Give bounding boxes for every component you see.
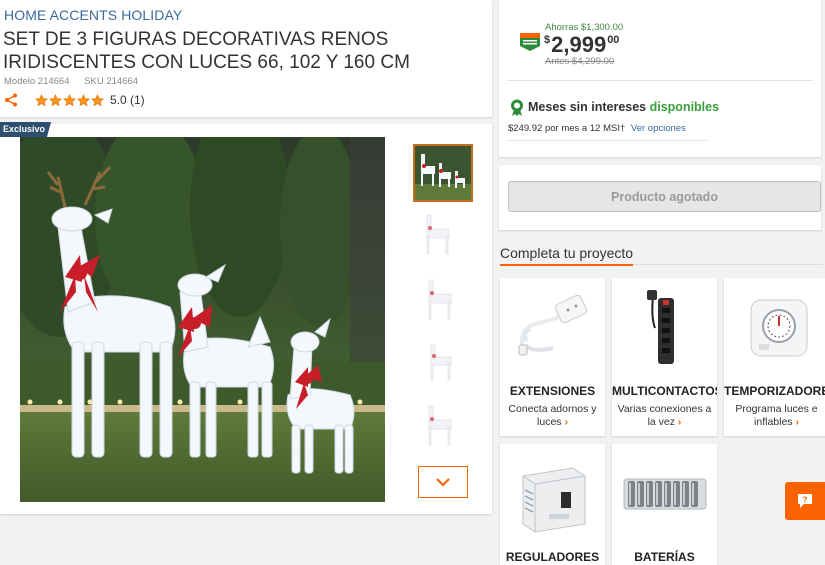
stock-card: Producto agotado — [499, 165, 821, 230]
chevron-right-icon: › — [677, 416, 682, 428]
chevron-right-icon: › — [564, 416, 568, 428]
thumbnail[interactable] — [413, 270, 473, 328]
thumbnail-image — [415, 146, 471, 200]
previous-price: Antes $4,299.00 — [545, 56, 615, 67]
msi-label: Meses sin intereses — [528, 100, 647, 114]
project-card-desc-text: Programa luces e inflables — [735, 403, 818, 428]
chevron-right-icon: › — [795, 416, 799, 428]
price-card: Ahorras $1,300.00 $ 2,999 00 Antes $4,29… — [499, 0, 821, 157]
price-currency: $ — [544, 34, 551, 46]
out-of-stock-button[interactable]: Producto agotado — [508, 181, 821, 212]
project-card-baterias[interactable]: BATERÍAS — [612, 444, 717, 565]
project-card-multicontactos[interactable]: MULTICONTACTOS Varias conexiones a la ve… — [612, 278, 717, 436]
chevron-down-icon — [436, 478, 450, 487]
reindeer-illustration — [20, 137, 385, 502]
divider — [507, 140, 707, 141]
project-card-desc-text: Conecta adornos y luces — [508, 403, 597, 428]
project-card-title: REGULADORES — [505, 550, 600, 564]
help-chat-icon: ? — [798, 494, 812, 508]
help-chat-button[interactable]: ? — [785, 482, 825, 520]
project-card-desc: Varias conexiones a la vez › — [614, 403, 715, 429]
thumbnail-list — [413, 144, 473, 459]
star-icon — [49, 93, 62, 106]
project-card-title: EXTENSIONES — [509, 384, 596, 398]
award-ribbon-icon — [511, 99, 523, 116]
msi-available: disponibles — [649, 100, 720, 114]
thumbnails-next-button[interactable] — [418, 466, 468, 498]
divider — [507, 80, 813, 81]
project-card-extensiones[interactable]: EXTENSIONES Conecta adornos y luces › — [500, 278, 605, 436]
project-card-title: MULTICONTACTOS — [612, 384, 717, 398]
project-card-temporizadores[interactable]: TEMPORIZADORES Programa luces e inflable… — [724, 278, 825, 436]
model-number: Modelo 214664 — [4, 76, 70, 87]
share-icon[interactable] — [4, 93, 18, 107]
price-cents: 00 — [607, 34, 620, 46]
project-card-reguladores[interactable]: REGULADORES — [500, 444, 605, 565]
price-amount: 2,999 — [551, 32, 607, 57]
rating-count[interactable]: 5.0 (1) — [110, 93, 145, 107]
thumbnail[interactable] — [413, 144, 473, 202]
product-gallery: Exclusivo — [0, 122, 492, 514]
sku-number: SKU 214664 — [84, 76, 139, 87]
product-title: SET DE 3 FIGURAS DECORATIVAS RENOS IRIDI… — [3, 29, 410, 73]
project-heading: Completa tu proyecto — [500, 245, 634, 266]
msi-options-link[interactable]: Ver opciones — [631, 123, 686, 134]
project-card-title: BATERÍAS — [634, 550, 695, 564]
msi-title: Meses sin intereses disponibles — [528, 100, 719, 114]
thumbnail-image — [428, 405, 452, 446]
project-card-desc: Programa luces e inflables › — [726, 403, 825, 429]
thumbnail[interactable] — [413, 207, 473, 265]
thumbnail[interactable] — [413, 333, 473, 391]
svg-text:?: ? — [803, 496, 808, 505]
msi-monthly: $249.92 por mes a 12 MSI† — [508, 123, 626, 134]
brand-link[interactable]: HOME ACCENTS HOLIDAY — [4, 7, 182, 23]
thumbnail-image — [430, 344, 452, 381]
project-card-desc-text: Varias conexiones a la vez — [617, 403, 712, 428]
star-icon — [63, 93, 76, 106]
project-card-title: TEMPORIZADORES — [724, 384, 825, 398]
star-icon — [35, 93, 48, 106]
precio-bajo-tag-icon — [520, 33, 540, 51]
divider — [633, 264, 823, 265]
thumbnail-image — [426, 214, 450, 255]
star-icon — [91, 93, 104, 106]
product-header: HOME ACCENTS HOLIDAY SET DE 3 FIGURAS DE… — [0, 0, 492, 117]
product-meta: Modelo 214664 SKU 214664 — [4, 76, 138, 87]
power-strip-icon — [612, 278, 717, 378]
price: $ 2,999 00 — [544, 32, 619, 58]
rating-stars[interactable] — [35, 93, 104, 107]
thumbnail-image — [428, 279, 452, 320]
project-card-desc: Conecta adornos y luces › — [502, 403, 603, 429]
extension-cord-icon — [500, 278, 605, 378]
thumbnail[interactable] — [413, 396, 473, 454]
rating-row: 5.0 (1) — [4, 92, 145, 108]
msi-detail: $249.92 por mes a 12 MSI† Ver opciones — [508, 123, 686, 134]
exclusive-badge: Exclusivo — [0, 122, 52, 137]
timer-icon — [724, 278, 825, 378]
batteries-icon — [612, 444, 717, 544]
main-product-image[interactable] — [20, 137, 385, 502]
star-icon — [77, 93, 90, 106]
voltage-regulator-icon — [500, 444, 605, 544]
